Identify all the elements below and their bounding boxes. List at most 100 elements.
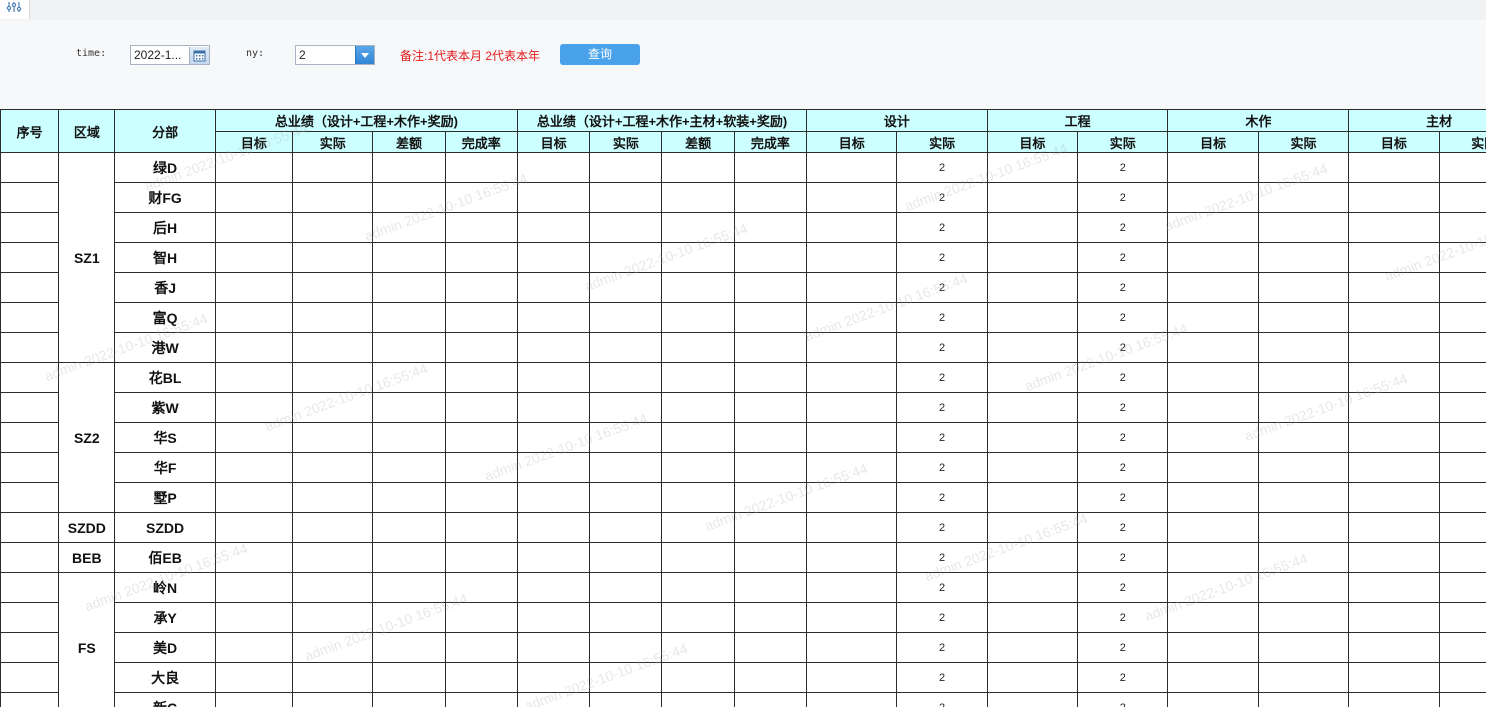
cell-total-full-actual	[589, 332, 663, 363]
cell-woodwork-target	[1167, 542, 1259, 573]
cell-main-material-target	[1348, 602, 1440, 633]
cell-total-rate	[444, 242, 518, 273]
cell-index	[0, 422, 60, 453]
table-row: 承Y 2 2	[0, 602, 1486, 633]
cell-design-target	[806, 692, 898, 707]
cell-index	[0, 302, 60, 333]
chevron-down-icon[interactable]	[355, 46, 374, 64]
cell-total-actual	[292, 302, 374, 333]
header-group-woodwork: 木作	[1167, 109, 1350, 132]
cell-total-target	[214, 512, 294, 543]
cell-woodwork-actual	[1257, 692, 1350, 707]
table-row: 华F 2 2	[0, 452, 1486, 483]
cell-total-full-difference	[661, 452, 735, 483]
cell-branch: 紫W	[114, 392, 216, 423]
cell-engineering-target	[986, 452, 1079, 483]
cell-total-full-actual	[589, 572, 663, 603]
cell-total-difference	[372, 692, 446, 707]
cell-total-full-target	[516, 452, 591, 483]
cell-main-material-target	[1348, 692, 1440, 707]
cell-engineering-target	[986, 182, 1079, 213]
cell-engineering-target	[986, 152, 1079, 183]
cell-index	[0, 542, 60, 573]
cell-engineering-target	[986, 662, 1079, 693]
cell-main-material-target	[1348, 182, 1440, 213]
cell-total-difference	[372, 512, 446, 543]
cell-total-full-rate	[733, 152, 808, 183]
cell-engineering-target	[986, 482, 1079, 513]
table-row: 富Q 2 2	[0, 302, 1486, 333]
cell-engineering-target	[986, 512, 1079, 543]
cell-main-material-target	[1348, 662, 1440, 693]
cell-total-actual	[292, 272, 374, 303]
calendar-icon[interactable]	[189, 47, 209, 64]
cell-index	[0, 662, 60, 693]
cell-branch: 花BL	[114, 362, 216, 393]
cell-branch: 美D	[114, 632, 216, 663]
cell-total-full-target	[516, 242, 591, 273]
filter-settings-icon[interactable]	[0, 0, 30, 19]
cell-total-full-rate	[733, 482, 808, 513]
cell-total-full-actual	[589, 632, 663, 663]
cell-total-full-rate	[733, 272, 808, 303]
cell-total-rate	[444, 632, 518, 663]
cell-woodwork-actual	[1257, 452, 1350, 483]
cell-main-material-actual	[1438, 452, 1486, 483]
cell-total-rate	[444, 182, 518, 213]
cell-engineering-actual: 2	[1077, 392, 1169, 423]
cell-total-rate	[444, 332, 518, 363]
cell-woodwork-target	[1167, 692, 1259, 707]
cell-woodwork-target	[1167, 272, 1259, 303]
cell-total-target	[214, 272, 294, 303]
cell-total-full-difference	[661, 362, 735, 393]
time-label: time:	[76, 48, 107, 59]
cell-woodwork-target	[1167, 632, 1259, 663]
cell-woodwork-target	[1167, 512, 1259, 543]
cell-branch: 智H	[114, 242, 216, 273]
ny-select[interactable]: 2	[295, 45, 375, 65]
cell-engineering-actual: 2	[1077, 572, 1169, 603]
cell-total-target	[214, 362, 294, 393]
cell-total-full-actual	[589, 452, 663, 483]
cell-engineering-target	[986, 602, 1079, 633]
cell-main-material-target	[1348, 452, 1440, 483]
cell-total-full-actual	[589, 692, 663, 707]
time-date-input[interactable]: 2022-1...	[130, 45, 210, 65]
cell-design-target	[806, 272, 898, 303]
cell-main-material-target	[1348, 272, 1440, 303]
cell-total-full-actual	[589, 242, 663, 273]
cell-total-full-target	[516, 302, 591, 333]
cell-main-material-target	[1348, 632, 1440, 663]
cell-total-difference	[372, 272, 446, 303]
cell-engineering-actual: 2	[1077, 302, 1169, 333]
cell-region: SZDD	[58, 512, 116, 543]
table-row: SZ2 花BL 2 2	[0, 362, 1486, 513]
header-group-engineering: 工程	[986, 109, 1169, 132]
cell-total-full-actual	[589, 662, 663, 693]
cell-total-full-difference	[661, 542, 735, 573]
cell-total-difference	[372, 182, 446, 213]
subheader-actual: 实际	[1257, 131, 1350, 153]
table-row: 后H 2 2	[0, 212, 1486, 243]
cell-region: BEB	[58, 542, 116, 573]
query-button[interactable]: 查询	[560, 44, 640, 65]
cell-total-difference	[372, 242, 446, 273]
cell-total-target	[214, 602, 294, 633]
cell-index	[0, 602, 60, 633]
cell-total-full-rate	[733, 602, 808, 633]
subheader-target: 目标	[1348, 131, 1440, 153]
cell-total-full-difference	[661, 212, 735, 243]
cell-woodwork-actual	[1257, 542, 1350, 573]
cell-total-actual	[292, 602, 374, 633]
cell-total-full-target	[516, 602, 591, 633]
cell-total-target	[214, 302, 294, 333]
cell-engineering-target	[986, 632, 1079, 663]
cell-total-difference	[372, 392, 446, 423]
cell-woodwork-actual	[1257, 602, 1350, 633]
cell-total-target	[214, 242, 294, 273]
cell-design-actual: 2	[896, 152, 988, 183]
cell-woodwork-actual	[1257, 632, 1350, 663]
cell-index	[0, 182, 60, 213]
cell-total-difference	[372, 542, 446, 573]
cell-main-material-actual	[1438, 242, 1486, 273]
